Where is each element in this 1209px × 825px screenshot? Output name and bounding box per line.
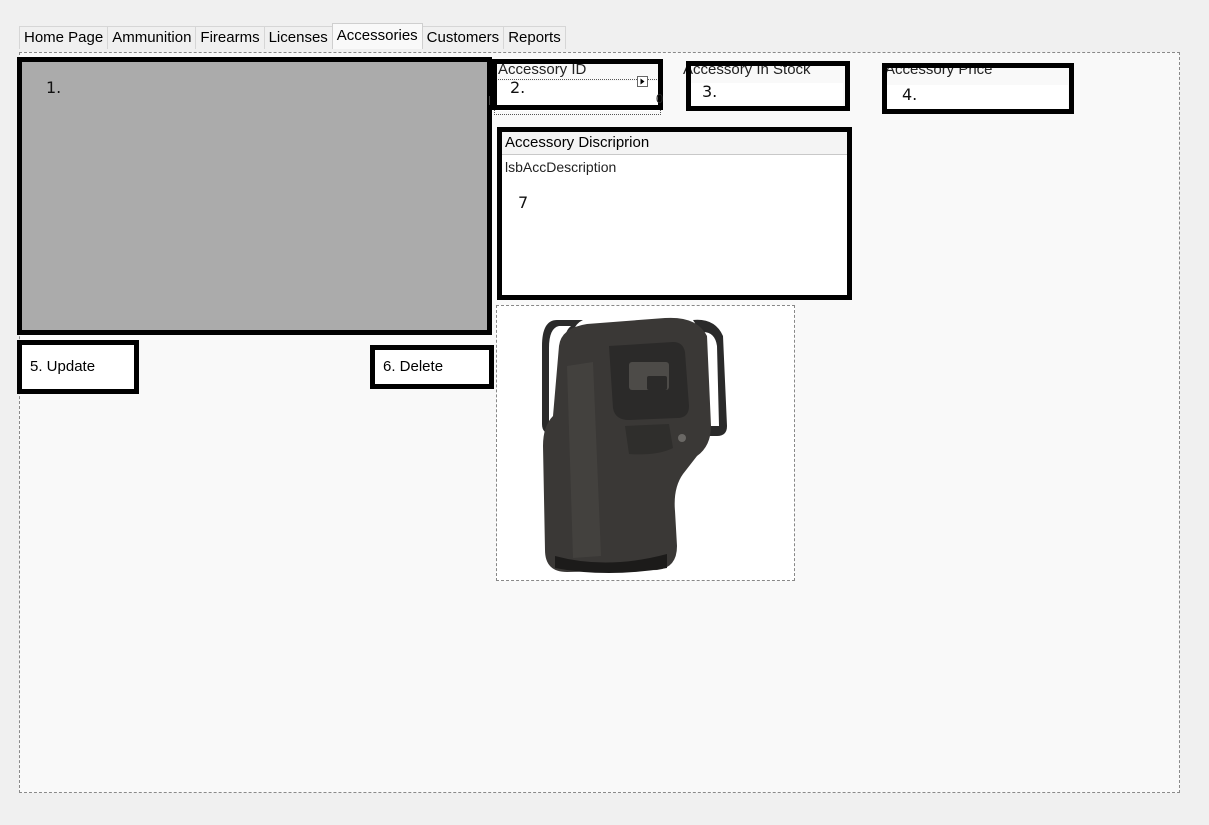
tab-strip: Home Page Ammunition Firearms Licenses A… xyxy=(19,23,566,49)
price-marker: 4. xyxy=(902,85,918,104)
delete-button[interactable]: 6. Delete xyxy=(370,345,494,389)
description-header: Accessory Discriprion xyxy=(502,132,847,155)
accessory-id-tick xyxy=(489,96,490,105)
tab-licenses[interactable]: Licenses xyxy=(263,26,333,49)
tab-home-page[interactable]: Home Page xyxy=(19,26,109,49)
tab-accessories[interactable]: Accessories xyxy=(331,23,423,49)
accessories-data-grid[interactable]: 1. xyxy=(17,57,492,335)
holster-image xyxy=(497,306,772,580)
accessory-id-marker: 2. xyxy=(510,78,526,97)
description-listbox-name: lsbAccDescription xyxy=(505,159,617,175)
in-stock-marker: 3. xyxy=(702,82,718,101)
accessory-description-listbox[interactable]: Accessory Discriprion lsbAccDescription … xyxy=(497,127,852,300)
tab-ammunition[interactable]: Ammunition xyxy=(107,26,197,49)
price-input[interactable]: 4. xyxy=(882,63,1074,114)
tab-customers[interactable]: Customers xyxy=(421,26,505,49)
tab-reports[interactable]: Reports xyxy=(503,26,566,49)
accessory-picture-box xyxy=(496,305,795,581)
update-button[interactable]: 5. Update xyxy=(17,340,139,394)
accessory-id-selector-icon[interactable] xyxy=(637,76,648,87)
description-marker: 7 xyxy=(518,193,529,212)
grid-marker: 1. xyxy=(46,78,62,97)
accessory-id-stray-text: 0 xyxy=(656,91,664,106)
in-stock-input[interactable]: 3. xyxy=(686,61,850,111)
tab-firearms[interactable]: Firearms xyxy=(195,26,265,49)
